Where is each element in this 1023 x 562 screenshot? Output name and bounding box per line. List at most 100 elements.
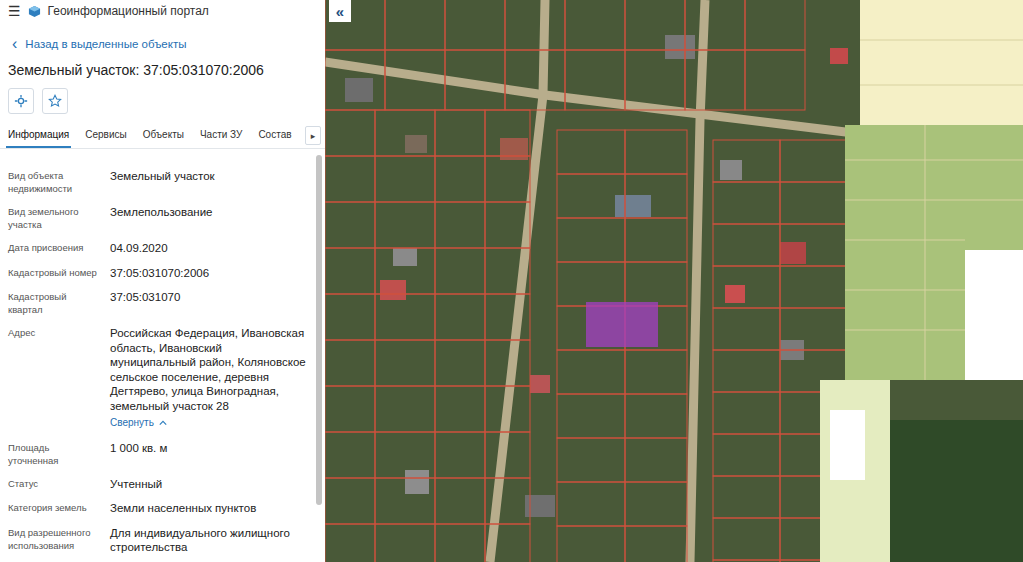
parcel [375, 432, 435, 478]
parcel [485, 202, 530, 248]
parcel [713, 350, 780, 392]
field-label: Площадь уточненная [8, 441, 102, 467]
parcel [713, 182, 780, 224]
field-list: Вид объекта недвижимости Земельный участо… [0, 149, 316, 562]
parcel [485, 248, 530, 294]
building [830, 48, 848, 64]
tab[interactable]: Состав [256, 124, 293, 148]
tab[interactable]: Части ЗУ [198, 124, 244, 148]
field-row: Кадастровый номер37:05:031070:2006 [8, 266, 310, 291]
field-label: Адрес [8, 326, 102, 431]
parcel [435, 386, 485, 432]
field-label: Вид объекта недвижимости [8, 169, 102, 195]
parcel [713, 140, 780, 182]
satellite-map [325, 0, 1023, 562]
parcel [625, 218, 687, 262]
parcel [780, 224, 847, 266]
selected-parcel[interactable] [586, 302, 658, 347]
parcel [565, 0, 625, 50]
parcel [445, 0, 505, 50]
collapse-link[interactable]: Свернуть [110, 416, 310, 431]
road [690, 0, 705, 562]
building [405, 470, 429, 494]
tabs-scroll-button[interactable]: ▸ [305, 126, 321, 145]
parcel [385, 50, 445, 110]
locate-button[interactable] [8, 88, 34, 114]
parcel [713, 476, 780, 518]
favorite-button[interactable] [42, 88, 68, 114]
info-panel: ☰ Геоинформационный портал ‹Назад в выделе… [0, 0, 325, 562]
field-row: Вид разрешенного использованияДля индиви… [8, 526, 310, 562]
building [393, 248, 417, 266]
parcel-area [820, 380, 890, 562]
parcel [745, 0, 805, 50]
parcel [375, 294, 435, 340]
parcel [557, 350, 625, 394]
tab-bar: Информация Сервисы Объекты Части ЗУ Состав ▸ [0, 124, 325, 149]
field-value: 04.09.2020 [110, 241, 310, 256]
parcel [625, 0, 685, 50]
field-value: Земли населенных пунктов [110, 501, 310, 516]
field-row: Вид объекта недвижимости Земельный участо… [8, 169, 310, 205]
parcel [325, 50, 385, 110]
parcel [375, 478, 435, 524]
parcel [625, 526, 687, 562]
parcel [505, 50, 565, 110]
menu-button[interactable]: ☰ [8, 3, 21, 19]
field-row: Вид земельного участкаЗемлепользование [8, 205, 310, 241]
parcel [557, 218, 625, 262]
field-value: Земельный участок [110, 169, 310, 195]
field-row: АдресРоссийская Федерация, Ивановская об… [8, 326, 310, 441]
field-value: Российская Федерация, Ивановская область… [110, 326, 310, 431]
parcel [485, 110, 530, 156]
parcel [625, 350, 687, 394]
parcel [435, 202, 485, 248]
portal-title: Геоинформационный портал [48, 4, 209, 18]
parcel [713, 434, 780, 476]
back-link[interactable]: ‹Назад в выделенные объекты [0, 22, 325, 50]
parcel [325, 294, 375, 340]
parcel [685, 50, 745, 110]
scrollbar-thumb[interactable] [316, 155, 322, 505]
map[interactable]: « [325, 0, 1023, 562]
scrollbar[interactable] [316, 149, 322, 562]
parcel [435, 432, 485, 478]
parcel [325, 478, 375, 524]
tab[interactable]: Объекты [141, 124, 186, 148]
empty-area [965, 250, 1023, 380]
parcel [745, 50, 805, 110]
building [665, 35, 695, 59]
parcel [435, 524, 485, 562]
tab[interactable]: Сервисы [83, 124, 128, 148]
field-label: Категория земель [8, 501, 102, 516]
field-label: Кадастровый номер [8, 266, 102, 281]
parcel [485, 156, 530, 202]
parcel [625, 50, 685, 110]
road [325, 62, 870, 135]
parcel [435, 248, 485, 294]
field-row: Кадастровый квартал37:05:031070 [8, 290, 310, 326]
parcel [485, 432, 530, 478]
collapse-panel-button[interactable]: « [329, 0, 351, 22]
parcel [375, 524, 435, 562]
parcel [625, 262, 687, 306]
parcel [375, 202, 435, 248]
building [720, 160, 742, 180]
parcel [557, 394, 625, 438]
parcel [713, 308, 780, 350]
parcel [780, 182, 847, 224]
parcel [325, 340, 375, 386]
tab[interactable]: Информация [6, 124, 71, 148]
parcel [325, 248, 375, 294]
forest [890, 420, 1023, 562]
parcel [435, 340, 485, 386]
parcel [557, 130, 625, 174]
field-row: СтатусУчтенный [8, 477, 310, 502]
parcel [713, 224, 780, 266]
parcel [625, 438, 687, 482]
parcel-area [845, 125, 1023, 380]
parcel [375, 340, 435, 386]
parcel [625, 174, 687, 218]
parcel [325, 202, 375, 248]
parcel [625, 130, 687, 174]
